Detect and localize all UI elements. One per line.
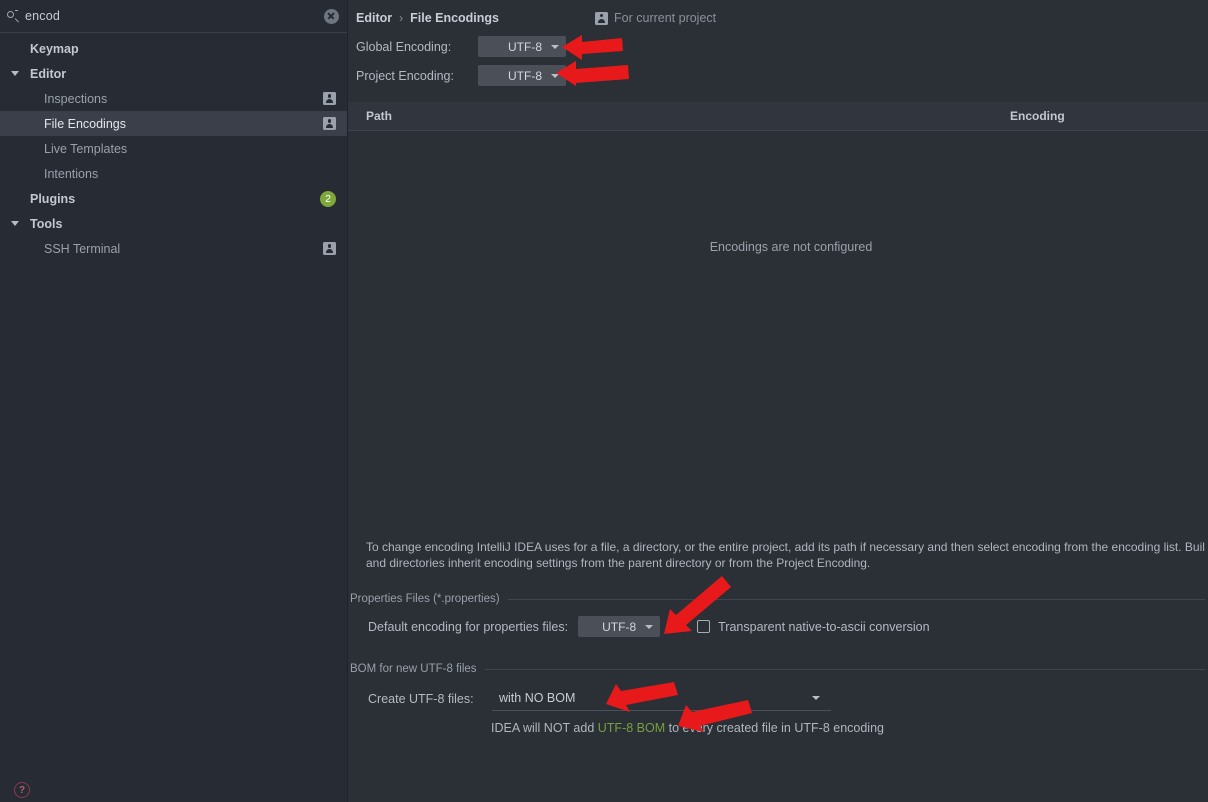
default-properties-encoding-label: Default encoding for properties files: — [368, 619, 569, 634]
expand-arrow-icon[interactable] — [8, 71, 22, 76]
sidebar-item-label: Editor — [30, 66, 67, 81]
sidebar-item-intentions[interactable]: Intentions — [0, 161, 347, 186]
default-properties-encoding-row: Default encoding for properties files: U… — [348, 616, 1208, 637]
description-line-2: and directories inherit encoding setting… — [366, 555, 871, 570]
sidebar-item-live-templates[interactable]: Live Templates — [0, 136, 347, 161]
breadcrumb-parent[interactable]: Editor — [356, 11, 392, 25]
scope-label: For current project — [614, 11, 717, 25]
empty-state-message: Encodings are not configured — [709, 240, 873, 254]
checkbox-box-icon[interactable] — [697, 620, 711, 633]
file-encodings-panel: Editor › File Encodings For current proj… — [348, 0, 1208, 802]
sidebar-item-inspections[interactable]: Inspections — [0, 86, 347, 111]
breadcrumb-current: File Encodings — [410, 11, 500, 25]
create-utf8-files-row: Create UTF-8 files: with NO BOM — [348, 686, 1208, 711]
project-encoding-row: Project Encoding: UTF-8 — [348, 61, 1208, 90]
bom-group: BOM for new UTF-8 files Create UTF-8 fil… — [348, 663, 1208, 735]
search-row[interactable]: encod — [0, 0, 347, 33]
expand-arrow-icon[interactable] — [8, 221, 22, 226]
global-encoding-label: Global Encoding: — [356, 39, 452, 54]
description-line-1: To change encoding IntelliJ IDEA uses fo… — [366, 540, 1205, 554]
column-header-encoding[interactable]: Encoding — [1010, 109, 1065, 123]
sidebar-item-label: Plugins — [30, 191, 76, 206]
user-icon — [595, 11, 609, 25]
sidebar-item-label: SSH Terminal — [44, 241, 121, 256]
bom-hint-highlight: UTF-8 BOM — [597, 721, 666, 735]
bom-hint: IDEA will NOT add UTF-8 BOM to every cre… — [348, 721, 1208, 735]
sidebar-item-editor[interactable]: Editor — [0, 61, 347, 86]
transparent-native-to-ascii-checkbox[interactable]: Transparent native-to-ascii conversion — [697, 619, 930, 634]
chevron-down-icon — [645, 624, 654, 629]
search-input[interactable]: encod — [25, 9, 324, 23]
create-utf8-files-select[interactable]: with NO BOM — [492, 686, 831, 711]
properties-files-title-text: Properties Files (*.properties) — [350, 593, 500, 605]
project-encoding-label: Project Encoding: — [356, 68, 454, 83]
project-encoding-select[interactable]: UTF-8 — [478, 65, 566, 86]
settings-dialog: encod Keymap Editor Inspections File Encodi… — [0, 0, 1208, 802]
sidebar-item-ssh-terminal[interactable]: SSH Terminal — [0, 236, 347, 261]
sidebar-item-label: Inspections — [44, 91, 108, 106]
settings-sidebar: encod Keymap Editor Inspections File Encodi… — [0, 0, 348, 802]
create-utf8-files-label: Create UTF-8 files: — [368, 691, 474, 706]
clear-search-icon[interactable] — [324, 8, 339, 24]
user-icon — [323, 92, 336, 105]
chevron-down-icon — [551, 73, 559, 78]
bom-hint-prefix: IDEA will NOT add — [491, 721, 598, 735]
properties-files-title: Properties Files (*.properties) — [348, 593, 1208, 605]
sidebar-item-label: File Encodings — [44, 116, 126, 131]
search-icon — [6, 9, 20, 23]
column-header-path[interactable]: Path — [366, 109, 392, 123]
bom-hint-suffix: to every created file in UTF-8 encoding — [665, 721, 884, 735]
transparent-native-to-ascii-label: Transparent native-to-ascii conversion — [718, 619, 930, 634]
settings-tree: Keymap Editor Inspections File Encodings Liv… — [0, 33, 347, 261]
sidebar-item-keymap[interactable]: Keymap — [0, 36, 347, 61]
chevron-down-icon — [812, 696, 820, 700]
bom-title: BOM for new UTF-8 files — [348, 663, 1208, 675]
description-text: To change encoding IntelliJ IDEA uses fo… — [366, 540, 1208, 571]
sidebar-item-label: Intentions — [44, 166, 99, 181]
user-icon — [323, 242, 336, 255]
bom-title-text: BOM for new UTF-8 files — [350, 663, 477, 675]
update-count-badge: 2 — [320, 190, 336, 207]
scope-note: For current project — [595, 11, 716, 25]
sidebar-item-file-encodings[interactable]: File Encodings — [0, 111, 347, 136]
divider — [484, 668, 1205, 670]
sidebar-item-plugins[interactable]: Plugins 2 — [0, 186, 347, 211]
encodings-table-header: Path Encoding — [348, 102, 1208, 131]
breadcrumb: Editor › File Encodings For current proj… — [348, 4, 1208, 32]
global-encoding-value: UTF-8 — [508, 39, 542, 54]
chevron-down-icon — [551, 44, 559, 49]
user-icon — [323, 117, 336, 130]
global-encoding-select[interactable]: UTF-8 — [478, 36, 566, 57]
properties-files-group: Properties Files (*.properties) Default … — [348, 593, 1208, 637]
divider — [507, 598, 1205, 600]
global-encoding-row: Global Encoding: UTF-8 — [348, 32, 1208, 61]
create-utf8-files-value: with NO BOM — [499, 691, 576, 705]
sidebar-item-label: Keymap — [30, 41, 79, 56]
default-properties-encoding-value: UTF-8 — [602, 619, 637, 634]
breadcrumb-separator: › — [399, 11, 404, 25]
default-properties-encoding-select[interactable]: UTF-8 — [578, 616, 661, 637]
sidebar-item-label: Tools — [30, 216, 63, 231]
sidebar-item-label: Live Templates — [44, 141, 128, 156]
help-icon[interactable]: ? — [14, 782, 30, 798]
sidebar-item-tools[interactable]: Tools — [0, 211, 347, 236]
project-encoding-value: UTF-8 — [508, 68, 542, 83]
